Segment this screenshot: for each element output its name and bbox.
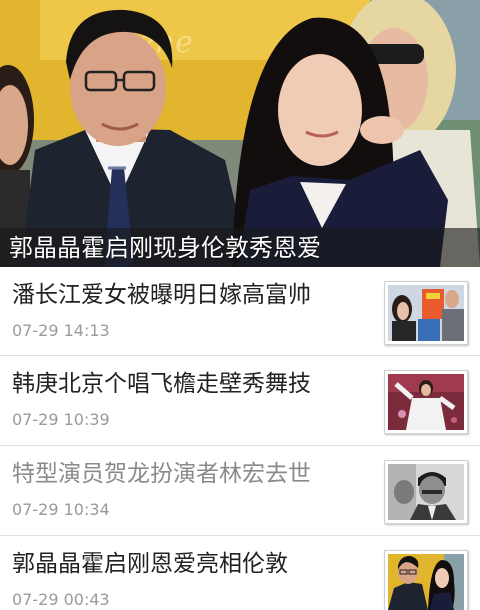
- news-time: 07-29 10:39: [12, 410, 110, 429]
- news-title[interactable]: 潘长江爱女被曝明日嫁高富帅: [12, 279, 311, 311]
- thumbnail-image: [388, 464, 464, 520]
- news-title[interactable]: 郭晶晶霍启刚恩爱亮相伦敦: [12, 548, 288, 580]
- news-item[interactable]: 特型演员贺龙扮演者林宏去世 07-29 10:34: [0, 446, 480, 536]
- news-screen: zhe: [0, 0, 480, 610]
- news-thumbnail[interactable]: [384, 370, 468, 434]
- news-time: 07-29 14:13: [12, 321, 110, 340]
- news-title[interactable]: 特型演员贺龙扮演者林宏去世: [12, 458, 311, 490]
- thumbnail-image: [388, 285, 464, 341]
- hero-photo: zhe: [0, 0, 480, 267]
- news-item[interactable]: 韩庚北京个唱飞檐走壁秀舞技 07-29 10:39: [0, 356, 480, 446]
- news-thumbnail[interactable]: [384, 281, 468, 345]
- hero-caption[interactable]: 郭晶晶霍启刚现身伦敦秀恩爱: [9, 231, 321, 265]
- news-thumbnail[interactable]: [384, 460, 468, 524]
- thumbnail-image: [388, 554, 464, 610]
- news-time: 07-29 00:43: [12, 590, 110, 609]
- news-title[interactable]: 韩庚北京个唱飞檐走壁秀舞技: [12, 368, 311, 400]
- thumbnail-image: [388, 374, 464, 430]
- news-list: 潘长江爱女被曝明日嫁高富帅 07-29 14:13 韩庚北京个唱飞檐走壁秀舞技: [0, 267, 480, 610]
- hero-banner[interactable]: zhe: [0, 0, 480, 267]
- news-thumbnail[interactable]: [384, 550, 468, 610]
- news-time: 07-29 10:34: [12, 500, 110, 519]
- news-item[interactable]: 郭晶晶霍启刚恩爱亮相伦敦 07-29 00:43: [0, 536, 480, 610]
- news-item[interactable]: 潘长江爱女被曝明日嫁高富帅 07-29 14:13: [0, 267, 480, 356]
